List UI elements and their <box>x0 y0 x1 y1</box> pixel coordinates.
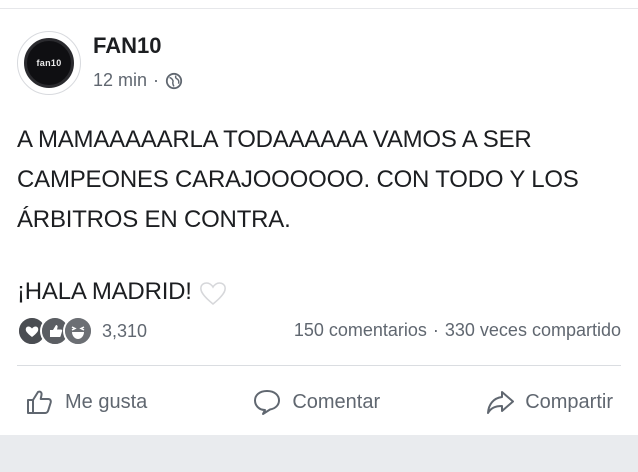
post-time[interactable]: 12 min <box>93 70 147 91</box>
post-text-line-1: A MAMAAAAARLA TODAAAAAA VAMOS A SER <box>17 126 532 153</box>
meta-separator: · <box>153 70 160 90</box>
shares-count[interactable]: 330 veces compartido <box>445 320 621 341</box>
share-arrow-icon <box>487 391 515 414</box>
like-button[interactable]: Me gusta <box>17 387 155 417</box>
post-closing-line: ¡HALA MADRID! <box>17 272 627 312</box>
feed-separator <box>0 435 638 472</box>
post-stats: 3,310 150 comentarios · 330 veces compar… <box>17 314 621 348</box>
post-actions: Me gusta Comentar Compartir <box>17 380 621 424</box>
facebook-post: fan10 FAN10 12 min · A MAMAAAAARLA TODAA… <box>0 0 638 472</box>
post-text-line-2: CAMPEONES CARAJOOOOOO. CON TODO Y LOS <box>17 166 579 193</box>
haha-reaction-icon <box>63 316 93 346</box>
reactions-summary[interactable]: 3,310 <box>17 316 147 346</box>
counts-separator: · <box>432 320 439 340</box>
comments-count[interactable]: 150 comentarios <box>294 320 427 341</box>
actions-divider <box>17 365 621 366</box>
like-label: Me gusta <box>65 390 148 413</box>
post-meta: 12 min · <box>93 70 183 91</box>
globe-icon[interactable] <box>165 72 183 90</box>
top-divider <box>0 8 638 9</box>
white-heart-icon <box>199 281 226 305</box>
closing-text: ¡HALA MADRID! <box>17 278 192 305</box>
comment-label: Comentar <box>292 390 381 413</box>
share-button[interactable]: Compartir <box>477 387 621 417</box>
author-name[interactable]: FAN10 <box>93 33 161 59</box>
engagement-counts: 150 comentarios · 330 veces compartido <box>294 320 621 341</box>
avatar[interactable]: fan10 <box>17 31 81 95</box>
reaction-count[interactable]: 3,310 <box>102 321 147 342</box>
post-body: A MAMAAAAARLA TODAAAAAA VAMOS A SER CAMP… <box>17 120 627 312</box>
comment-button[interactable]: Comentar <box>244 387 388 417</box>
post-text-line-3: ÁRBITROS EN CONTRA. <box>17 206 291 233</box>
avatar-logo: fan10 <box>24 38 74 88</box>
thumbs-up-icon <box>27 390 52 414</box>
share-label: Compartir <box>525 390 613 413</box>
comment-bubble-icon <box>254 390 281 415</box>
avatar-logo-text: fan10 <box>36 58 62 68</box>
